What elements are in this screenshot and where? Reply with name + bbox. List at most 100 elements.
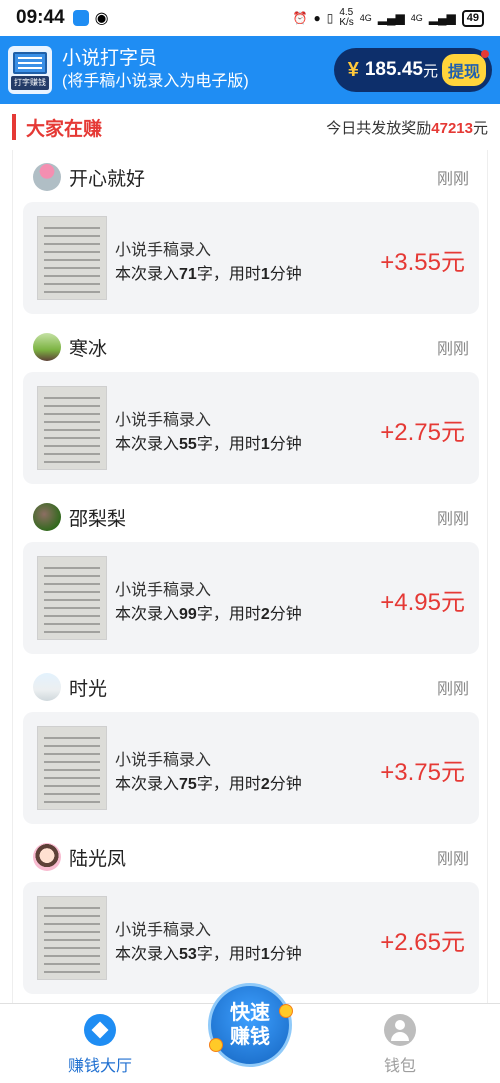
time-ago: 刚刚 [436,171,469,188]
app-title: 小说打字员 [62,48,158,69]
signal-4g-2: 4G [410,13,423,23]
detail-prefix: 本次录入 [115,776,180,793]
detail-separator: ，用时 [212,436,261,453]
header-text: 小说打字员 (将手稿小说录入为电子版) [62,47,249,93]
signal-4g-1: 4G [359,13,372,23]
diamond-icon [84,1014,116,1046]
balance-unit: 元 [422,62,438,80]
minutes: 1 [260,946,270,963]
task-title: 小说手稿录入 [115,582,212,599]
task-card[interactable]: 小说手稿录入 本次录入55字，用时1分钟 +2.75元 [23,372,479,484]
status-icons-right: ⏰ ● ▯ 4.5 K/s 4G ▂▄▆ 4G ▂▄▆ 49 [293,8,484,28]
balance-pill[interactable]: ¥ 185.45 元 提现 [333,48,492,92]
user-name: 邵梨梨 [69,508,127,530]
feed-entry: 陆光凤 刚刚 小说手稿录入 本次录入53字，用时1分钟 +2.65元 [13,830,487,1000]
quick-earn-button[interactable]: 快速 赚钱 [208,983,293,1067]
minute-unit: 分钟 [269,606,302,623]
earnings-feed[interactable]: 开心就好 刚刚 小说手稿录入 本次录入71字，用时1分钟 +3.55元 寒冰 刚… [12,150,488,1003]
task-card[interactable]: 小说手稿录入 本次录入71字，用时1分钟 +3.55元 [23,202,479,314]
manuscript-thumbnail [37,556,107,640]
time-ago: 刚刚 [436,511,469,528]
feed-entry: 时光 刚刚 小说手稿录入 本次录入75字，用时2分钟 +3.75元 [13,660,487,830]
char-count: 71 [179,266,197,283]
avatar [33,163,61,191]
user-row: 邵梨梨 刚刚 [33,502,469,532]
task-card[interactable]: 小说手稿录入 本次录入75字，用时2分钟 +3.75元 [23,712,479,824]
minute-unit: 分钟 [269,266,302,283]
notification-dot [481,50,489,58]
minutes: 2 [260,606,270,623]
coin-icon [279,1004,293,1018]
app-logo: 打字赚钱 [8,46,52,94]
task-reward: +4.95元 [380,589,465,616]
app-logo-text: 打字赚钱 [11,76,49,90]
detail-separator: ，用时 [212,606,261,623]
manuscript-thumbnail [37,896,107,980]
nav-wallet[interactable]: 钱包 [340,1014,460,1076]
task-reward: +3.55元 [380,249,465,276]
char-unit: 字 [196,776,213,793]
avatar [33,843,61,871]
app-subtitle: (将手稿小说录入为电子版) [62,73,249,90]
user-icon [384,1014,416,1046]
vibrate-icon: ▯ [326,11,334,25]
balance-amount: 185.45 [364,59,423,80]
detail-prefix: 本次录入 [115,436,180,453]
section-header: 大家在赚 今日共发放奖励47213元 [12,110,488,144]
user-name: 时光 [69,678,108,700]
char-unit: 字 [196,946,213,963]
quick-earn-line1: 快速 [230,1002,270,1024]
time-ago: 刚刚 [436,851,469,868]
battery-indicator: 49 [461,9,484,27]
char-unit: 字 [196,266,213,283]
user-name: 陆光凤 [69,848,127,870]
withdraw-button[interactable]: 提现 [441,50,489,86]
manuscript-thumbnail [37,386,107,470]
nav-wallet-label: 钱包 [383,1058,416,1075]
withdraw-label: 提现 [447,64,480,81]
detail-separator: ，用时 [212,946,261,963]
reward-unit: 元 [472,119,488,137]
task-card[interactable]: 小说手稿录入 本次录入53字，用时1分钟 +2.65元 [23,882,479,994]
signal-bars-icon: ▂▄▆ [377,11,405,25]
user-name: 寒冰 [69,338,108,360]
minute-unit: 分钟 [269,436,302,453]
avatar [33,673,61,701]
nav-earn-hall[interactable]: 赚钱大厅 [40,1014,160,1076]
user-row: 陆光凤 刚刚 [33,842,469,872]
detail-prefix: 本次录入 [115,606,180,623]
task-title: 小说手稿录入 [115,752,212,769]
feed-entry: 邵梨梨 刚刚 小说手稿录入 本次录入99字，用时2分钟 +4.95元 [13,490,487,660]
minute-unit: 分钟 [269,946,302,963]
reward-prefix: 今日共发放奖励 [326,119,432,137]
daily-reward-summary: 今日共发放奖励47213元 [326,117,488,138]
minutes: 1 [260,266,270,283]
task-title: 小说手稿录入 [115,922,212,939]
status-icons-left: ◉ [72,8,109,28]
app-header: 打字赚钱 小说打字员 (将手稿小说录入为电子版) ¥ 185.45 元 提现 [0,36,500,104]
task-reward: +2.75元 [380,419,465,446]
char-count: 99 [179,606,197,623]
reward-total: 47213 [431,119,473,137]
feed-entry: 开心就好 刚刚 小说手稿录入 本次录入71字，用时1分钟 +3.55元 [13,150,487,320]
char-unit: 字 [196,436,213,453]
user-row: 寒冰 刚刚 [33,332,469,362]
detail-separator: ，用时 [212,266,261,283]
section-title: 大家在赚 [26,118,103,140]
manuscript-thumbnail [37,216,107,300]
avatar [33,333,61,361]
time-ago: 刚刚 [436,681,469,698]
network-speed: 4.5 K/s [339,7,354,28]
task-detail: 本次录入99字，用时2分钟 [115,600,302,624]
char-count: 53 [179,946,197,963]
user-name: 开心就好 [69,168,146,190]
task-card[interactable]: 小说手稿录入 本次录入99字，用时2分钟 +4.95元 [23,542,479,654]
clock: 09:44 [16,7,65,28]
user-row: 时光 刚刚 [33,672,469,702]
shield-icon [72,10,89,26]
task-title: 小说手稿录入 [115,242,212,259]
time-ago: 刚刚 [436,341,469,358]
detail-prefix: 本次录入 [115,946,180,963]
user-row: 开心就好 刚刚 [33,162,469,192]
signal-bars-icon-2: ▂▄▆ [428,11,456,25]
